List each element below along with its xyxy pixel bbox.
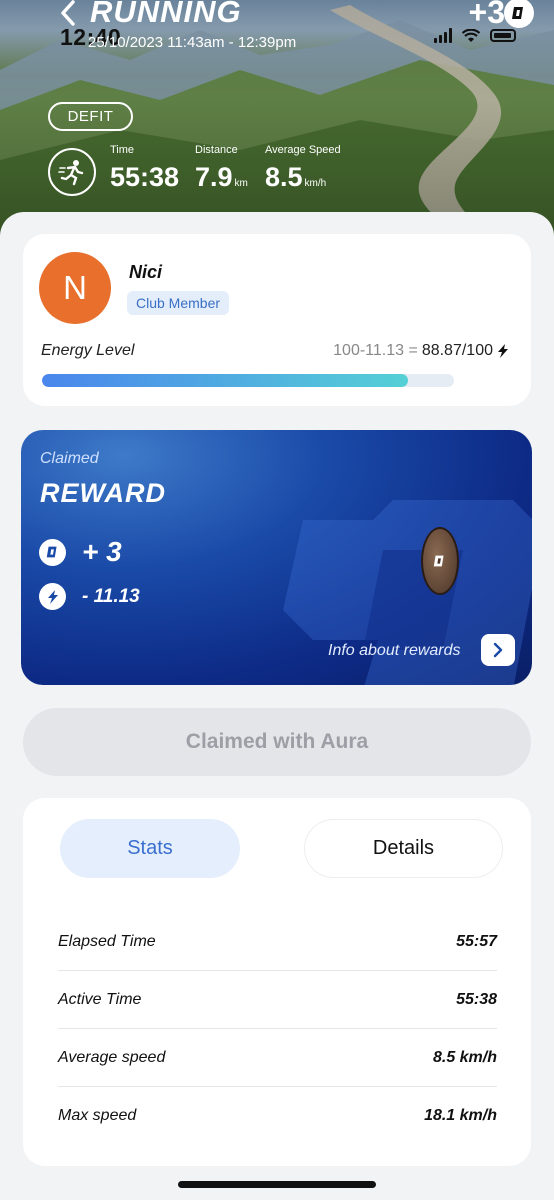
stat-value: 55:38 xyxy=(456,990,497,1008)
stat-value: 8.5 km/h xyxy=(432,1048,497,1066)
activity-date: 25/10/2023 11:43am - 12:39pm xyxy=(88,34,297,51)
profile-card: N Nici Club Member Energy Level 100-11.1… xyxy=(23,234,531,406)
stat-label: Average speed xyxy=(58,1048,166,1066)
defit-badge: DEFIT xyxy=(48,102,133,131)
claimed-label: Claimed xyxy=(40,450,99,467)
stat-row-elapsed-time: Elapsed Time 55:57 xyxy=(58,913,497,971)
runner-icon xyxy=(48,148,96,196)
reward-total: +3 xyxy=(468,0,505,30)
energy-bar-fill xyxy=(42,374,409,387)
energy-label: Energy Level xyxy=(41,342,135,359)
signal-icon xyxy=(434,28,452,43)
metric-distance: Distance 7.9 km xyxy=(195,144,248,193)
info-rewards-label[interactable]: Info about rewards xyxy=(328,642,461,660)
tab-stats[interactable]: Stats xyxy=(60,819,240,878)
bolt-icon xyxy=(39,583,66,610)
metric-time: Time 55:38 xyxy=(110,144,179,193)
member-badge: Club Member xyxy=(127,291,230,315)
metric-label: Time xyxy=(110,144,135,156)
home-indicator[interactable] xyxy=(178,1181,376,1188)
user-name: Nici xyxy=(129,262,163,282)
metric-unit: km xyxy=(234,178,248,189)
chevron-right-icon xyxy=(493,642,503,658)
stat-label: Active Time xyxy=(58,990,142,1008)
stat-row-active-time: Active Time 55:38 xyxy=(58,971,497,1029)
stats-card: Stats Details Elapsed Time 55:57 Active … xyxy=(23,798,531,1166)
stat-row-max-speed: Max speed 18.1 km/h xyxy=(58,1087,497,1145)
metric-label: Distance xyxy=(195,144,238,156)
energy-bar xyxy=(42,374,454,387)
reward-energy-cost: - 11.13 xyxy=(82,585,140,607)
metric-value: 55:38 xyxy=(110,162,180,192)
reward-title: REWARD xyxy=(40,478,166,508)
energy-value: 100-11.13 = 88.87/100 xyxy=(333,342,509,360)
metric-label: Average Speed xyxy=(265,144,341,156)
reward-coins-row: + 3 xyxy=(39,536,122,568)
claimed-button[interactable]: Claimed with Aura xyxy=(23,708,531,776)
page-title: RUNNING xyxy=(90,0,242,29)
metric-value: 7.9 xyxy=(195,162,233,192)
reward-card: Claimed REWARD + 3 - 11.13 Info about re… xyxy=(21,430,532,685)
stat-label: Elapsed Time xyxy=(58,932,156,950)
tab-details[interactable]: Details xyxy=(304,819,503,878)
metric-unit: km/h xyxy=(304,178,327,189)
back-icon[interactable] xyxy=(56,0,80,28)
dash-coin-icon xyxy=(39,538,66,566)
reward-coins: + 3 xyxy=(82,536,122,567)
stat-value: 55:57 xyxy=(456,932,497,950)
stat-value: 18.1 km/h xyxy=(424,1107,497,1124)
stat-row-average-speed: Average speed 8.5 km/h xyxy=(58,1029,497,1087)
dash-coin-icon xyxy=(421,527,459,595)
energy-result: 88.87/100 xyxy=(421,342,493,359)
stat-label: Max speed xyxy=(58,1107,137,1124)
energy-formula: 100-11.13 = xyxy=(333,342,418,359)
avatar: N xyxy=(39,252,111,324)
bolt-icon xyxy=(498,344,508,358)
reward-energy-row: - 11.13 xyxy=(39,583,140,610)
info-rewards-button[interactable] xyxy=(481,634,515,666)
metric-value: 8.5 xyxy=(265,162,303,192)
metric-average-speed: Average Speed 8.5 km/h xyxy=(265,144,341,193)
